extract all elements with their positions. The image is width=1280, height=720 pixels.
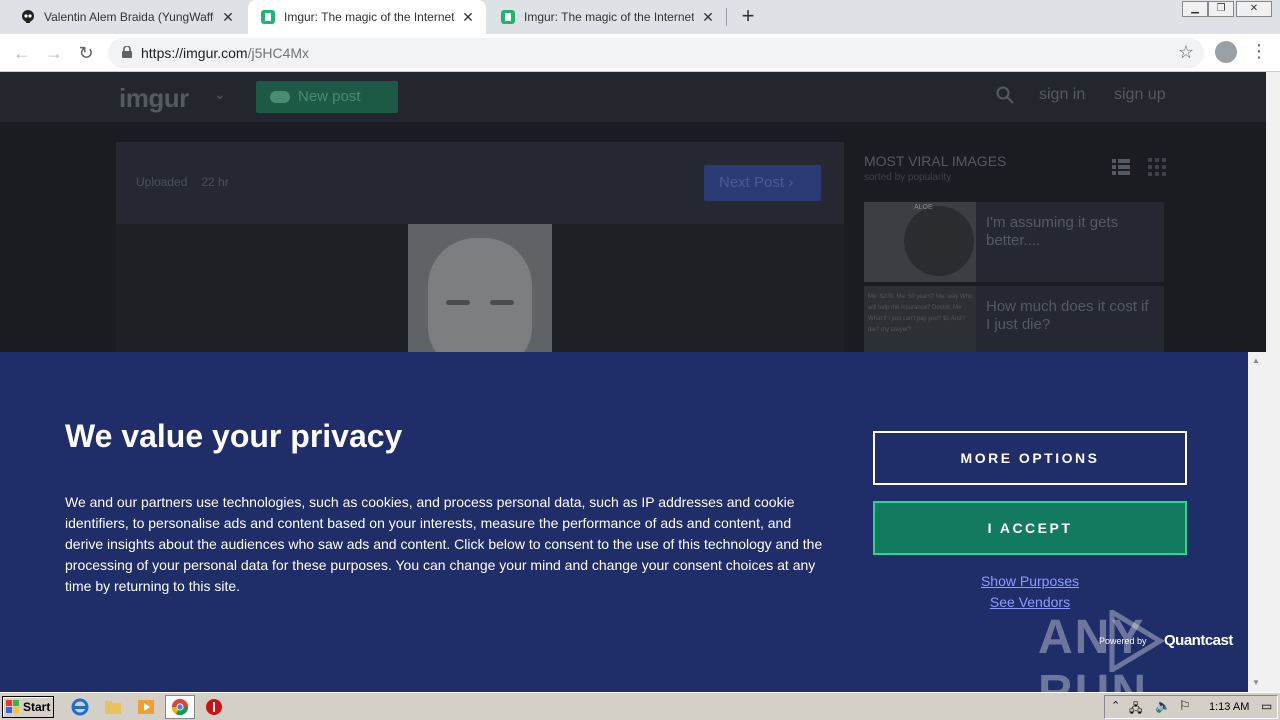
search-icon[interactable]: [996, 86, 1014, 104]
start-button[interactable]: Start: [2, 696, 54, 718]
accept-button[interactable]: I ACCEPT: [873, 501, 1187, 555]
window-close-button[interactable]: ✕: [1236, 1, 1272, 17]
restore-button[interactable]: ❐: [1208, 1, 1234, 17]
face-photo: [428, 238, 532, 352]
close-tab-icon[interactable]: ✕: [460, 9, 476, 25]
privacy-body: We and our partners use technologies, su…: [65, 494, 823, 594]
lock-icon: [122, 46, 132, 58]
system-tray: ⌃ 🖧 🔈 ⚐ ▭: [1104, 695, 1278, 719]
uploaded-info: Uploaded 22 hr: [136, 175, 229, 189]
close-tab-icon[interactable]: ✕: [220, 9, 236, 25]
privacy-consent-banner: We value your privacy We and our partner…: [0, 352, 1248, 719]
chevron-down-icon[interactable]: ⌄: [214, 86, 226, 103]
eye-shape: [490, 300, 514, 305]
grid-view-icon[interactable]: [1148, 158, 1166, 176]
viral-item-title: I'm assuming it gets better....: [986, 214, 1119, 249]
media-player-icon[interactable]: [136, 697, 156, 717]
post-image[interactable]: [408, 224, 552, 352]
tab-strip: Valentin Alem Braida (YungWaffen) - ✕ Im…: [0, 0, 1280, 34]
sign-in-link[interactable]: sign in: [1039, 86, 1085, 104]
start-label: Start: [23, 700, 51, 714]
sidebar-title: MOST VIRAL IMAGES: [864, 153, 1007, 169]
back-button[interactable]: ←: [10, 41, 34, 65]
url-host: https://imgur.com: [141, 45, 248, 61]
next-post-label: Next Post: [719, 174, 785, 191]
privacy-title: We value your privacy: [65, 418, 403, 454]
imgur-favicon-icon: [501, 10, 515, 24]
url-path: /j5HC4Mx: [247, 45, 310, 61]
tab-imgur-active[interactable]: Imgur: The magic of the Internet ✕: [248, 0, 486, 34]
sidebar-subtitle: sorted by popularity: [864, 172, 952, 183]
chrome-taskbar-button[interactable]: [165, 695, 195, 719]
minimize-button[interactable]: ▁: [1182, 1, 1208, 17]
network-icon[interactable]: 🖧: [1129, 699, 1142, 720]
close-tab-icon[interactable]: ✕: [700, 9, 716, 25]
quantcast-logo: Quantcast: [1164, 632, 1233, 649]
stop-icon[interactable]: [204, 697, 224, 717]
uploaded-ago: 22 hr: [201, 175, 229, 189]
tab-divider: [726, 8, 727, 26]
tab-title: Imgur: The magic of the Internet: [284, 10, 454, 24]
show-purposes-link[interactable]: Show Purposes: [873, 573, 1187, 589]
scroll-up-icon[interactable]: ▲: [1252, 356, 1260, 365]
show-desktop-icon[interactable]: ▭: [1261, 699, 1272, 713]
thumb-text: ALOE: [914, 204, 933, 211]
list-view-icon[interactable]: [1112, 158, 1130, 176]
uploaded-label: Uploaded: [136, 175, 188, 189]
browser-toolbar: ← → ↻ https://imgur.com/j5HC4Mx ☆: [0, 34, 1280, 72]
imgur-logo[interactable]: imgur: [119, 83, 189, 114]
see-vendors-link[interactable]: See Vendors: [873, 594, 1187, 610]
bookmark-star-icon[interactable]: ☆: [1178, 42, 1194, 63]
chrome-menu-icon[interactable]: ⋮: [1250, 40, 1268, 62]
address-bar[interactable]: https://imgur.com/j5HC4Mx ☆: [108, 38, 1204, 68]
skull-favicon-icon: [22, 10, 34, 23]
consent-scrollbar[interactable]: ▲ ▼: [1248, 352, 1266, 692]
viral-thumbnail: ALOE: [864, 202, 976, 282]
tab-title: Imgur: The magic of the Internet: [524, 10, 694, 24]
viral-item[interactable]: ALOE I'm assuming it gets better....: [864, 202, 1164, 282]
viral-item-title: How much does it cost if I just die?: [986, 298, 1149, 333]
tray-expand-icon[interactable]: ⌃: [1111, 699, 1120, 712]
new-post-button[interactable]: New post: [256, 81, 398, 113]
eye-shape: [446, 300, 470, 305]
new-tab-button[interactable]: +: [736, 5, 760, 29]
scroll-down-icon[interactable]: ▼: [1252, 678, 1260, 687]
cloud-upload-icon: [270, 91, 290, 103]
powered-by-label: Powered by: [1099, 636, 1147, 646]
sign-up-link[interactable]: sign up: [1114, 86, 1166, 104]
internet-explorer-icon[interactable]: [70, 697, 90, 717]
tab-title: Valentin Alem Braida (YungWaffen) -: [44, 10, 214, 24]
folder-icon[interactable]: [103, 697, 123, 717]
profile-avatar-icon[interactable]: [1215, 41, 1237, 63]
more-options-button[interactable]: MORE OPTIONS: [873, 431, 1187, 485]
new-post-label: New post: [298, 88, 361, 105]
next-post-button[interactable]: Next Post ›: [704, 165, 821, 201]
taskbar-clock[interactable]: 1:13 AM: [1209, 701, 1249, 713]
windows-logo-icon: [6, 700, 19, 713]
imgur-header: imgur ⌄ New post sign in sign up: [0, 72, 1266, 122]
tab-imgur[interactable]: Imgur: The magic of the Internet ✕: [488, 0, 726, 34]
url-text: https://imgur.com/j5HC4Mx: [141, 45, 309, 61]
action-center-flag-icon[interactable]: ⚐: [1179, 698, 1191, 714]
page-scrollbar[interactable]: [1266, 72, 1280, 692]
chrome-icon: [171, 698, 189, 716]
tab-yungwaffen[interactable]: Valentin Alem Braida (YungWaffen) - ✕: [8, 0, 246, 34]
volume-icon[interactable]: 🔈: [1155, 698, 1171, 714]
imgur-favicon-icon: [261, 10, 275, 24]
windows-taskbar: Start ⌃ 🖧 🔈 ⚐ ▭ 1:13 AM: [0, 692, 1280, 720]
reload-button[interactable]: ↻: [74, 41, 98, 65]
chevron-right-icon: ›: [788, 174, 794, 191]
post-header: Uploaded 22 hr Next Post ›: [116, 142, 844, 224]
forward-button[interactable]: →: [42, 41, 66, 65]
